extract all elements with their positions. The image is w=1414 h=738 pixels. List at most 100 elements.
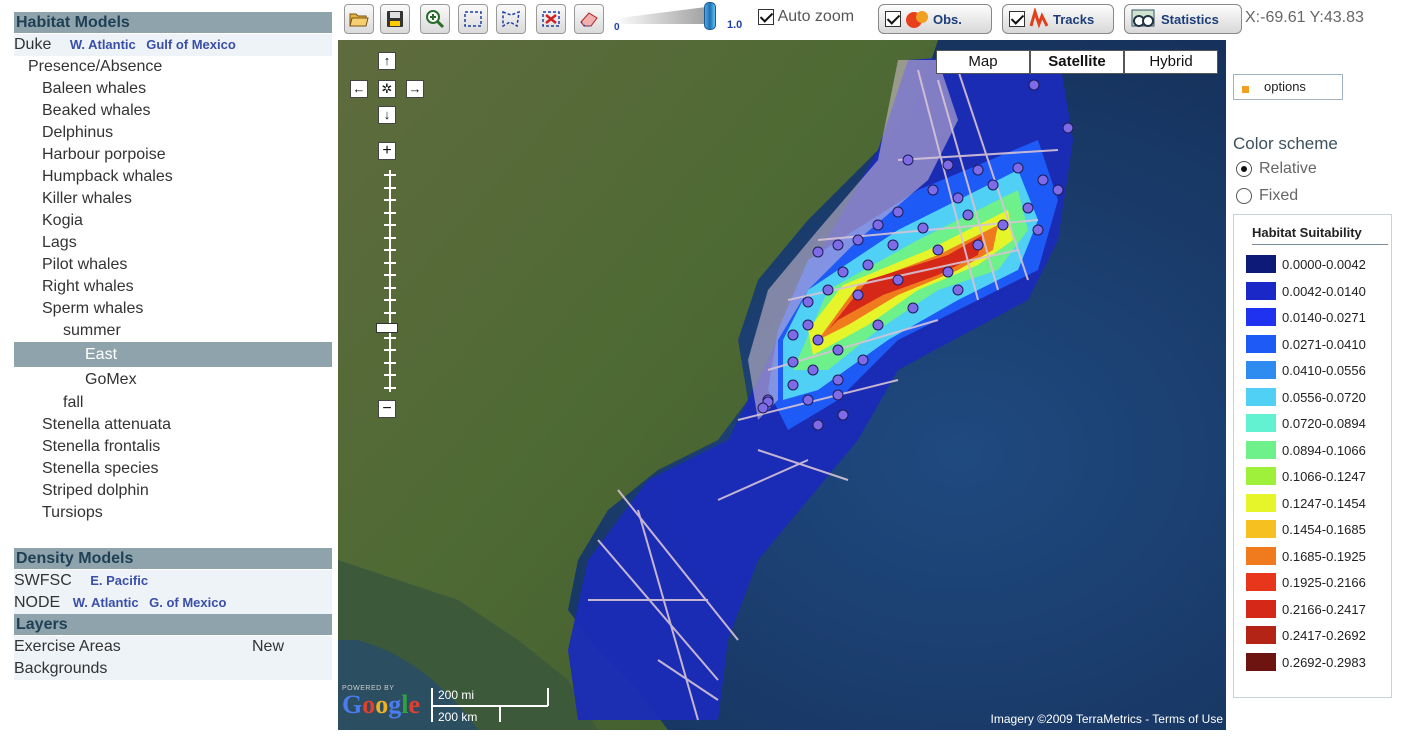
color-scheme-title: Color scheme [1233, 134, 1338, 153]
select-rectangle-icon [464, 11, 482, 27]
legend-range-label: 0.2417-0.2692 [1282, 628, 1366, 643]
pan-left-button[interactable]: ← [350, 80, 368, 98]
legend-range-label: 0.1066-0.1247 [1282, 469, 1366, 484]
left-panel: Habitat Models Duke W. Atlantic Gulf of … [0, 0, 334, 738]
scale-miles-label: 200 mi [438, 688, 475, 702]
fixed-option[interactable]: Fixed [1236, 187, 1298, 205]
tree-item[interactable]: Kogia [14, 210, 332, 232]
legend-range-label: 0.0556-0.0720 [1282, 389, 1366, 405]
tree-item[interactable]: East [14, 342, 332, 367]
fixed-radio[interactable] [1236, 187, 1252, 204]
eraser-button[interactable] [574, 4, 604, 34]
zoom-tick [384, 349, 396, 351]
legend-range-label: 0.0720-0.0894 [1282, 416, 1366, 431]
opacity-slider-min: 0 [614, 22, 620, 33]
tree-item[interactable]: Stenella species [14, 458, 332, 480]
tree-item[interactable]: Pilot whales [14, 254, 332, 276]
save-button[interactable] [380, 4, 410, 34]
exercise-areas-label: Exercise Areas [14, 638, 121, 655]
swfsc-row: SWFSC E. Pacific [14, 570, 332, 592]
relative-radio[interactable] [1236, 160, 1252, 177]
tree-item[interactable]: Delphinus [14, 122, 332, 144]
zoom-tick [384, 311, 396, 314]
map-attribution: Imagery ©2009 TerraMetrics - Terms of Us… [990, 712, 1223, 726]
tree-item[interactable]: Lags [14, 232, 332, 254]
relative-option[interactable]: Relative [1236, 160, 1317, 178]
zoom-in-button[interactable] [420, 4, 450, 34]
legend-swatch [1246, 520, 1276, 538]
new-badge: New [252, 638, 285, 655]
legend-title: Habitat Suitability [1252, 225, 1388, 245]
pan-down-button[interactable]: ↓ [378, 106, 396, 124]
zoom-tick [384, 186, 396, 189]
tracks-toggle-button[interactable]: Tracks [1002, 4, 1114, 34]
tree-item[interactable]: Sperm whales [14, 298, 332, 320]
pan-center-button[interactable]: ✲ [378, 80, 396, 98]
tree-item[interactable]: Stenella attenuata [14, 414, 332, 436]
legend-range-label: 0.2166-0.2417 [1282, 601, 1366, 617]
zoom-slider-handle[interactable] [376, 323, 398, 333]
tree-item[interactable]: Right whales [14, 276, 332, 298]
statistics-button[interactable]: Statistics [1124, 4, 1242, 34]
tree-item[interactable]: Killer whales [14, 188, 332, 210]
opacity-slider-track[interactable] [614, 6, 714, 24]
obs-checkbox[interactable] [885, 11, 901, 27]
swfsc-e-pacific-link[interactable]: E. Pacific [90, 573, 148, 588]
map-scale: 200 mi 200 km [430, 686, 550, 726]
options-label: options [1264, 79, 1306, 94]
opacity-slider-handle[interactable] [704, 2, 716, 30]
tree-item[interactable]: Humpback whales [14, 166, 332, 188]
select-rectangle-button[interactable] [458, 4, 488, 34]
tree-item[interactable]: Harbour porpoise [14, 144, 332, 166]
select-polygon-icon [502, 10, 520, 28]
open-button[interactable] [344, 4, 374, 34]
relative-label: Relative [1259, 160, 1317, 177]
zoom-out-button[interactable]: − [378, 400, 396, 418]
auto-zoom-checkbox[interactable] [758, 8, 774, 25]
tree-item[interactable]: Striped dolphin [14, 480, 332, 502]
zoom-tick [384, 224, 396, 226]
tree-item[interactable]: fall [14, 392, 332, 414]
map-type-hybrid-button[interactable]: Hybrid [1124, 50, 1218, 74]
auto-zoom-toggle[interactable]: Auto zoom [758, 8, 854, 26]
habitat-suitability-legend: Habitat Suitability 0.0000-0.0042 0.0042-… [1233, 214, 1392, 698]
tree-item[interactable]: Beaked whales [14, 100, 332, 122]
select-polygon-button[interactable] [496, 4, 526, 34]
tracks-checkbox[interactable] [1009, 11, 1025, 27]
duke-gulf-of-mexico-link[interactable]: Gulf of Mexico [146, 37, 236, 52]
tree-item[interactable]: summer [14, 320, 332, 342]
legend-swatch [1246, 440, 1276, 459]
node-w-atlantic-link[interactable]: W. Atlantic [73, 595, 139, 610]
eraser-icon [580, 12, 598, 27]
scale-km-label: 200 km [438, 710, 478, 724]
options-button[interactable]: options [1233, 74, 1343, 100]
legend-swatch [1246, 414, 1276, 432]
cursor-coordinates: X:-69.61 Y:43.83 [1245, 9, 1364, 26]
node-label: NODE [14, 594, 61, 611]
zoom-tick [384, 286, 396, 289]
obs-toggle-button[interactable]: Obs. [878, 4, 992, 34]
map-view[interactable]: Map Satellite Hybrid ↑ ← ✲ → ↓ + − POWER… [338, 40, 1226, 730]
map-type-map-button[interactable]: Map [936, 50, 1030, 74]
exercise-areas-item[interactable]: Exercise Areas New [14, 636, 332, 658]
tree-item[interactable]: Baleen whales [14, 78, 332, 100]
clear-selection-button[interactable] [536, 4, 566, 34]
tree-item[interactable]: Tursiops [14, 502, 332, 524]
pan-up-button[interactable]: ↑ [378, 52, 396, 70]
tree-item[interactable]: GoMex [14, 367, 332, 392]
legend-range-label: 0.0271-0.0410 [1282, 336, 1366, 352]
backgrounds-item[interactable]: Backgrounds [14, 658, 332, 680]
map-type-satellite-button[interactable]: Satellite [1030, 50, 1124, 74]
node-g-of-mexico-link[interactable]: G. of Mexico [149, 595, 226, 610]
habitat-models-header: Habitat Models [14, 12, 332, 33]
zoom-slider[interactable] [384, 170, 396, 392]
right-panel: options Color scheme Relative Fixed Habi… [1228, 40, 1414, 738]
tree-item[interactable]: Presence/Absence [14, 56, 332, 78]
legend-swatch [1246, 652, 1276, 671]
duke-w-atlantic-link[interactable]: W. Atlantic [70, 37, 136, 52]
legend-range-label: 0.1685-0.1925 [1282, 548, 1366, 564]
legend-range-label: 0.0894-0.1066 [1282, 442, 1366, 458]
pan-right-button[interactable]: → [406, 80, 424, 98]
tree-item[interactable]: Stenella frontalis [14, 436, 332, 458]
zoom-in-button[interactable]: + [378, 142, 396, 160]
